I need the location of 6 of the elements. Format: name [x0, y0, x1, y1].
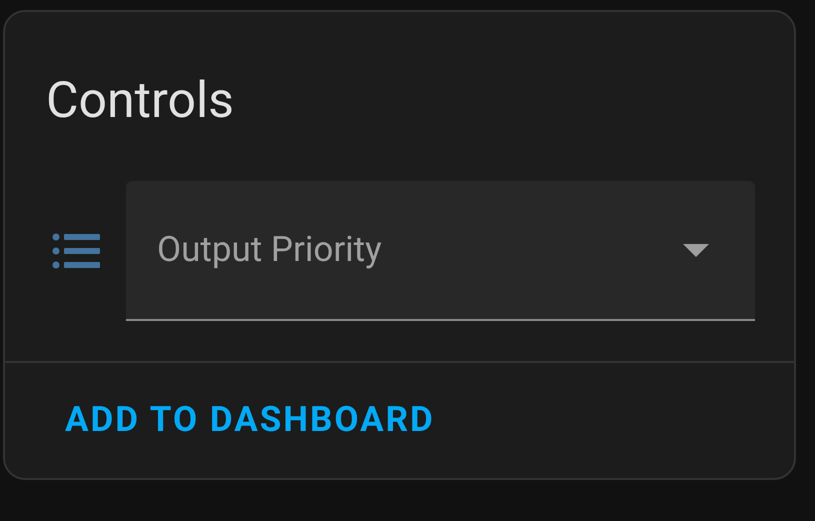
add-to-dashboard-button[interactable]: ADD TO DASHBOARD [49, 386, 451, 454]
select-label: Output Priority [157, 228, 383, 272]
dropdown-arrow-icon [683, 244, 709, 256]
select-field[interactable]: Output Priority [126, 181, 755, 321]
card-title: Controls [45, 71, 235, 132]
list-icon [52, 233, 100, 269]
